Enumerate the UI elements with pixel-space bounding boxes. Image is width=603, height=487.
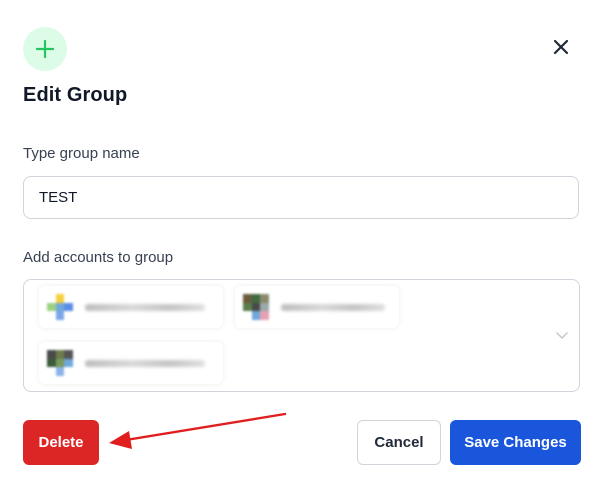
close-button[interactable] [548, 34, 574, 60]
delete-button[interactable]: Delete [23, 420, 99, 465]
dialog-title: Edit Group [23, 84, 128, 106]
avatar [47, 350, 73, 376]
avatar [243, 294, 269, 320]
cancel-button[interactable]: Cancel [357, 420, 441, 465]
avatar [47, 294, 73, 320]
account-name-redacted [85, 360, 205, 367]
close-icon [553, 39, 569, 55]
accounts-multiselect[interactable] [23, 279, 580, 392]
group-name-value: TEST [39, 189, 78, 206]
account-chip[interactable] [235, 286, 399, 328]
account-chip[interactable] [39, 342, 223, 384]
group-name-label: Type group name [23, 145, 140, 162]
plus-icon [23, 27, 67, 71]
accounts-label: Add accounts to group [23, 249, 174, 266]
chevron-down-icon[interactable] [555, 328, 569, 342]
account-chip[interactable] [39, 286, 223, 328]
annotation-arrow-icon [109, 412, 287, 449]
save-changes-button[interactable]: Save Changes [450, 420, 581, 465]
account-name-redacted [85, 304, 205, 311]
account-name-redacted [281, 304, 385, 311]
edit-group-dialog: Edit Group Type group name TEST Add acco… [0, 0, 603, 487]
group-name-input[interactable]: TEST [23, 176, 579, 219]
